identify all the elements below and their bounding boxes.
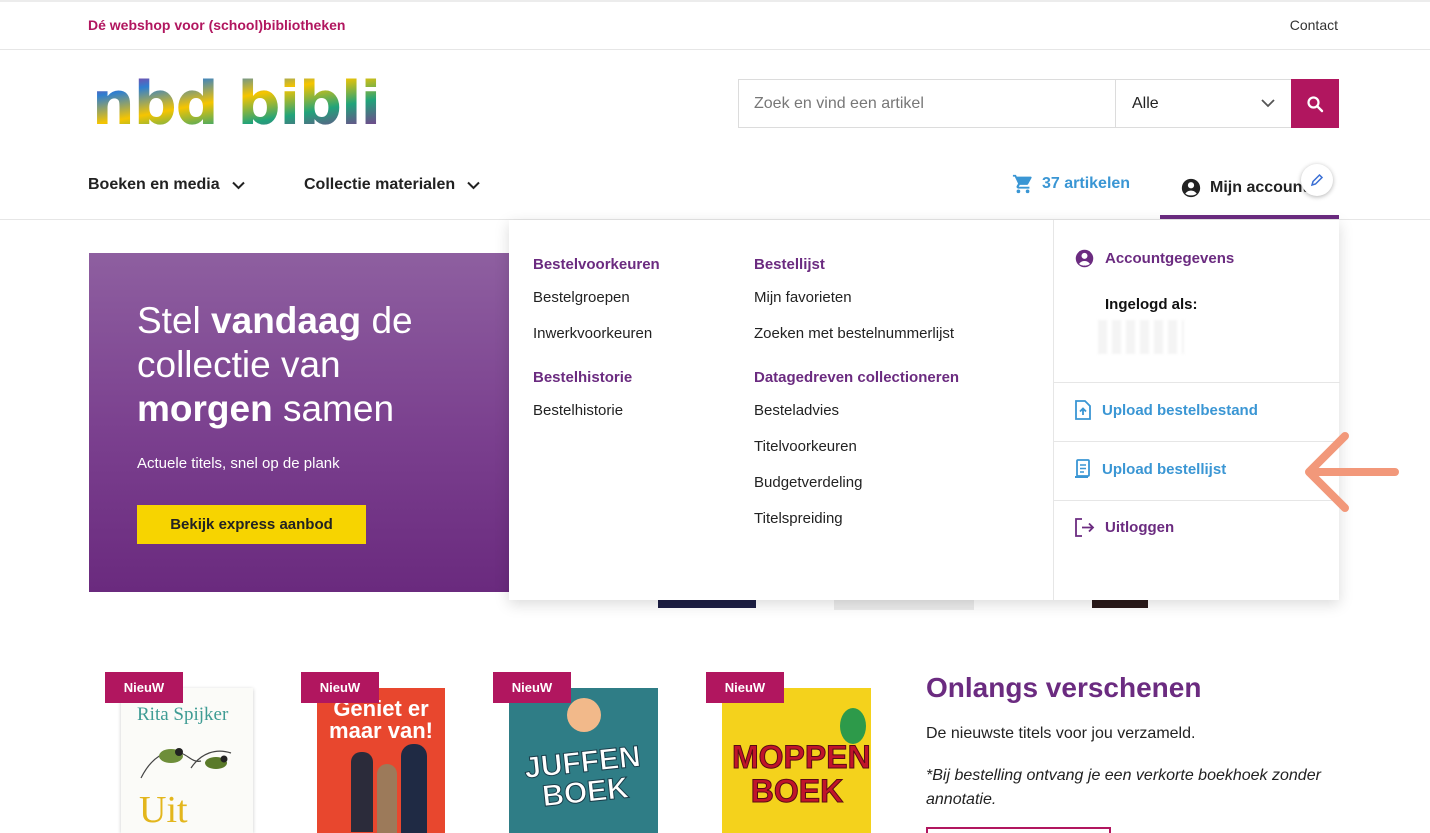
cover-title: Uit — [139, 789, 188, 831]
cover-figure — [840, 708, 866, 744]
cover-title: Geniet er maar van! — [329, 696, 433, 743]
account-circle-icon — [1075, 249, 1094, 268]
cover-figure — [351, 752, 373, 832]
menu-link-titelspreiding[interactable]: Titelspreiding — [754, 508, 959, 530]
menu-link-mijn-favorieten[interactable]: Mijn favorieten — [754, 287, 959, 309]
menu-link-besteladvies[interactable]: Besteladvies — [754, 400, 959, 422]
top-bar: Dé webshop voor (school)bibliotheken Con… — [0, 0, 1430, 50]
menu-link-inwerkvoorkeuren[interactable]: Inwerkvoorkeuren — [533, 323, 660, 345]
account-dropdown: Bestelvoorkeuren Bestelgroepen Inwerkvoo… — [509, 220, 1340, 600]
section-title: Onlangs verschenen — [926, 672, 1202, 703]
nbd-biblion-logo[interactable]: nbd biblion — [92, 76, 382, 132]
page: Dé webshop voor (school)bibliotheken Con… — [0, 0, 1430, 833]
edit-button[interactable] — [1301, 164, 1333, 196]
menu-link-titelvoorkeuren[interactable]: Titelvoorkeuren — [754, 436, 959, 458]
redacted-username — [1098, 320, 1184, 354]
main-nav: Boeken en media Collectie materialen 37 … — [0, 160, 1430, 220]
category-select[interactable]: Alle — [1116, 80, 1291, 127]
upload-bestellijst-label: Upload bestellijst — [1102, 460, 1227, 478]
book-cover: JUFFEN BOEK — [509, 688, 658, 833]
logout-icon — [1075, 518, 1095, 537]
nav-item-label: Collectie materialen — [304, 176, 456, 193]
search-icon — [1307, 95, 1324, 112]
nav-item-label: Boeken en media — [88, 176, 220, 193]
menu-column: Bestelvoorkeuren Bestelgroepen Inwerkvoo… — [533, 256, 660, 436]
list-document-icon — [1075, 459, 1090, 478]
menu-link-bestelhistorie[interactable]: Bestelhistorie — [533, 400, 660, 422]
search-button[interactable] — [1291, 79, 1339, 128]
account-label: Mijn account — [1210, 178, 1308, 196]
chevron-down-icon — [467, 181, 480, 189]
menu-heading: Bestelhistorie — [533, 369, 633, 386]
menu-link-budgetverdeling[interactable]: Budgetverdeling — [754, 472, 959, 494]
cover-title: MOPPEN BOEK — [732, 739, 872, 809]
category-select-value: Alle — [1132, 94, 1159, 112]
menu-link-zoeken-met-bestelnummerlijst[interactable]: Zoeken met bestelnummerlijst — [754, 323, 959, 345]
new-badge: NieuW — [706, 672, 784, 703]
hero-title: Stel vandaag de collectie van morgen sam… — [137, 300, 413, 429]
cover-title: JUFFEN BOEK — [522, 740, 643, 814]
account-panel: Accountgegevens Ingelogd als: Upload bes… — [1053, 220, 1340, 600]
upload-bestelbestand-label: Upload bestelbestand — [1102, 401, 1258, 419]
logo-text: nbd biblion — [92, 76, 382, 132]
pencil-icon — [1310, 173, 1324, 187]
arrow-annotation-icon — [1305, 432, 1399, 512]
cover-figure — [401, 744, 427, 833]
section-button[interactable] — [926, 827, 1111, 833]
chevron-down-icon — [231, 181, 245, 189]
express-aanbod-button[interactable]: Bekijk express aanbod — [137, 505, 366, 544]
book-cover: Geniet er maar van! — [317, 688, 445, 833]
upload-bestellijst-link[interactable]: Upload bestellijst — [1054, 459, 1340, 479]
divider — [1054, 382, 1340, 383]
account-circle-icon — [1181, 178, 1201, 197]
book-cover: Rita Spijker Uit — [121, 688, 253, 833]
new-badge: NieuW — [301, 672, 379, 703]
divider — [1054, 441, 1340, 442]
new-badge: NieuW — [493, 672, 571, 703]
divider — [1054, 500, 1340, 501]
account-details-link[interactable]: Accountgegevens — [1054, 248, 1340, 269]
cart-count: 37 artikelen — [1042, 175, 1131, 192]
logged-in-label: Ingelogd als: — [1105, 296, 1198, 313]
hero-banner: Stel vandaag de collectie van morgen sam… — [89, 253, 519, 592]
cover-figure — [377, 764, 397, 833]
upload-bestelbestand-link[interactable]: Upload bestelbestand — [1054, 400, 1340, 420]
chevron-down-icon — [1261, 99, 1275, 108]
nav-item-collectie-materialen[interactable]: Collectie materialen — [304, 176, 480, 194]
logout-link[interactable]: Uitloggen — [1054, 518, 1340, 537]
menu-heading: Bestellijst — [754, 256, 825, 273]
cart-icon — [1012, 174, 1032, 194]
menu-heading: Bestelvoorkeuren — [533, 256, 660, 273]
section-description: De nieuwste titels voor jou verzameld. — [926, 725, 1196, 742]
cover-figure — [567, 698, 601, 732]
cover-author: Rita Spijker — [137, 704, 229, 725]
nav-item-boeken-en-media[interactable]: Boeken en media — [88, 176, 245, 194]
search-input[interactable] — [739, 80, 1116, 127]
book-cover: MOPPEN BOEK — [722, 688, 871, 833]
tagline: Dé webshop voor (school)bibliotheken — [88, 17, 346, 33]
menu-heading: Datagedreven collectioneren — [754, 369, 960, 386]
hero-subtitle: Actuele titels, snel op de plank — [137, 455, 340, 472]
section-note: *Bij bestelling ontvang je een verkorte … — [926, 767, 1321, 808]
contact-link[interactable]: Contact — [1290, 17, 1338, 33]
cart-link[interactable]: 37 artikelen — [1012, 173, 1130, 195]
search-bar: Alle — [738, 79, 1339, 128]
new-badge: NieuW — [105, 672, 183, 703]
menu-column: Bestellijst Mijn favorieten Zoeken met b… — [754, 256, 959, 544]
menu-link-bestelgroepen[interactable]: Bestelgroepen — [533, 287, 660, 309]
account-details-label: Accountgegevens — [1105, 250, 1235, 267]
logout-label: Uitloggen — [1105, 519, 1175, 536]
file-upload-icon — [1075, 400, 1091, 420]
